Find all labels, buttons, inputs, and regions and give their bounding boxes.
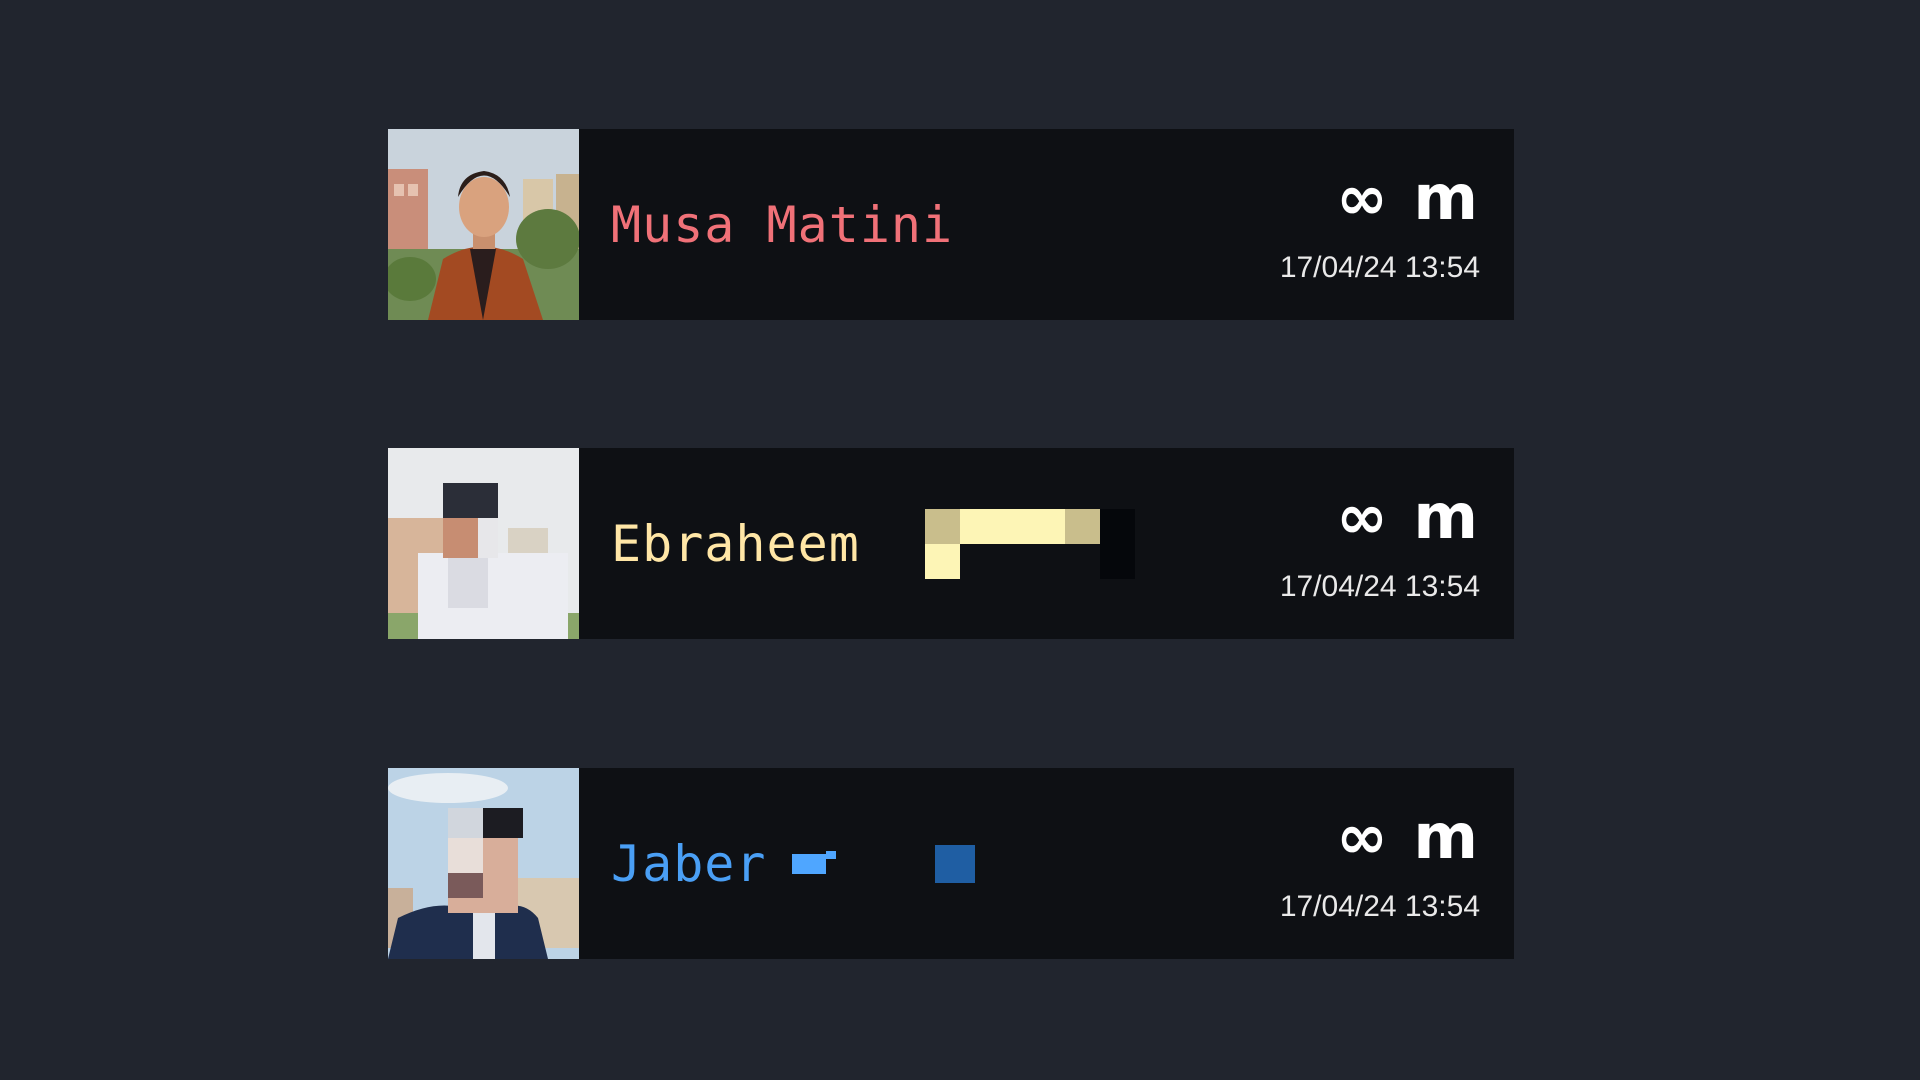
- tag-icon: [792, 850, 836, 874]
- avatar-photo-icon: [388, 448, 579, 639]
- list-item[interactable]: Musa Matini ∞ m 17/04/24 13:54: [388, 129, 1514, 320]
- list-item[interactable]: Ebraheem ∞ m 17/04/24 13:54: [388, 448, 1514, 639]
- name-area: Ebraheem ∞ m 17/04/24 13:54: [579, 448, 1514, 639]
- duration-label: ∞ m: [1336, 161, 1480, 234]
- avatar: [388, 768, 579, 959]
- duration-label: ∞ m: [1336, 480, 1480, 553]
- name-area: Musa Matini ∞ m 17/04/24 13:54: [579, 129, 1514, 320]
- avatar: [388, 129, 579, 320]
- name-area: Jaber ∞ m 17/04/24 13:54: [579, 768, 1514, 959]
- list-item[interactable]: Jaber ∞ m 17/04/24 13:54: [388, 768, 1514, 959]
- avatar-photo-icon: [388, 129, 579, 320]
- user-name: Jaber: [611, 834, 767, 893]
- status-icon: [935, 844, 975, 883]
- timestamp: 17/04/24 13:54: [1279, 890, 1480, 923]
- user-name: Musa Matini: [611, 195, 954, 254]
- avatar-photo-icon: [388, 768, 579, 959]
- timestamp: 17/04/24 13:54: [1279, 251, 1480, 284]
- avatar: [388, 448, 579, 639]
- timestamp: 17/04/24 13:54: [1279, 570, 1480, 603]
- screen: Musa Matini ∞ m 17/04/24 13:54 Ebraheem: [0, 0, 1920, 1080]
- badge-icon: [925, 508, 1135, 579]
- duration-label: ∞ m: [1336, 800, 1480, 873]
- user-name: Ebraheem: [611, 514, 860, 573]
